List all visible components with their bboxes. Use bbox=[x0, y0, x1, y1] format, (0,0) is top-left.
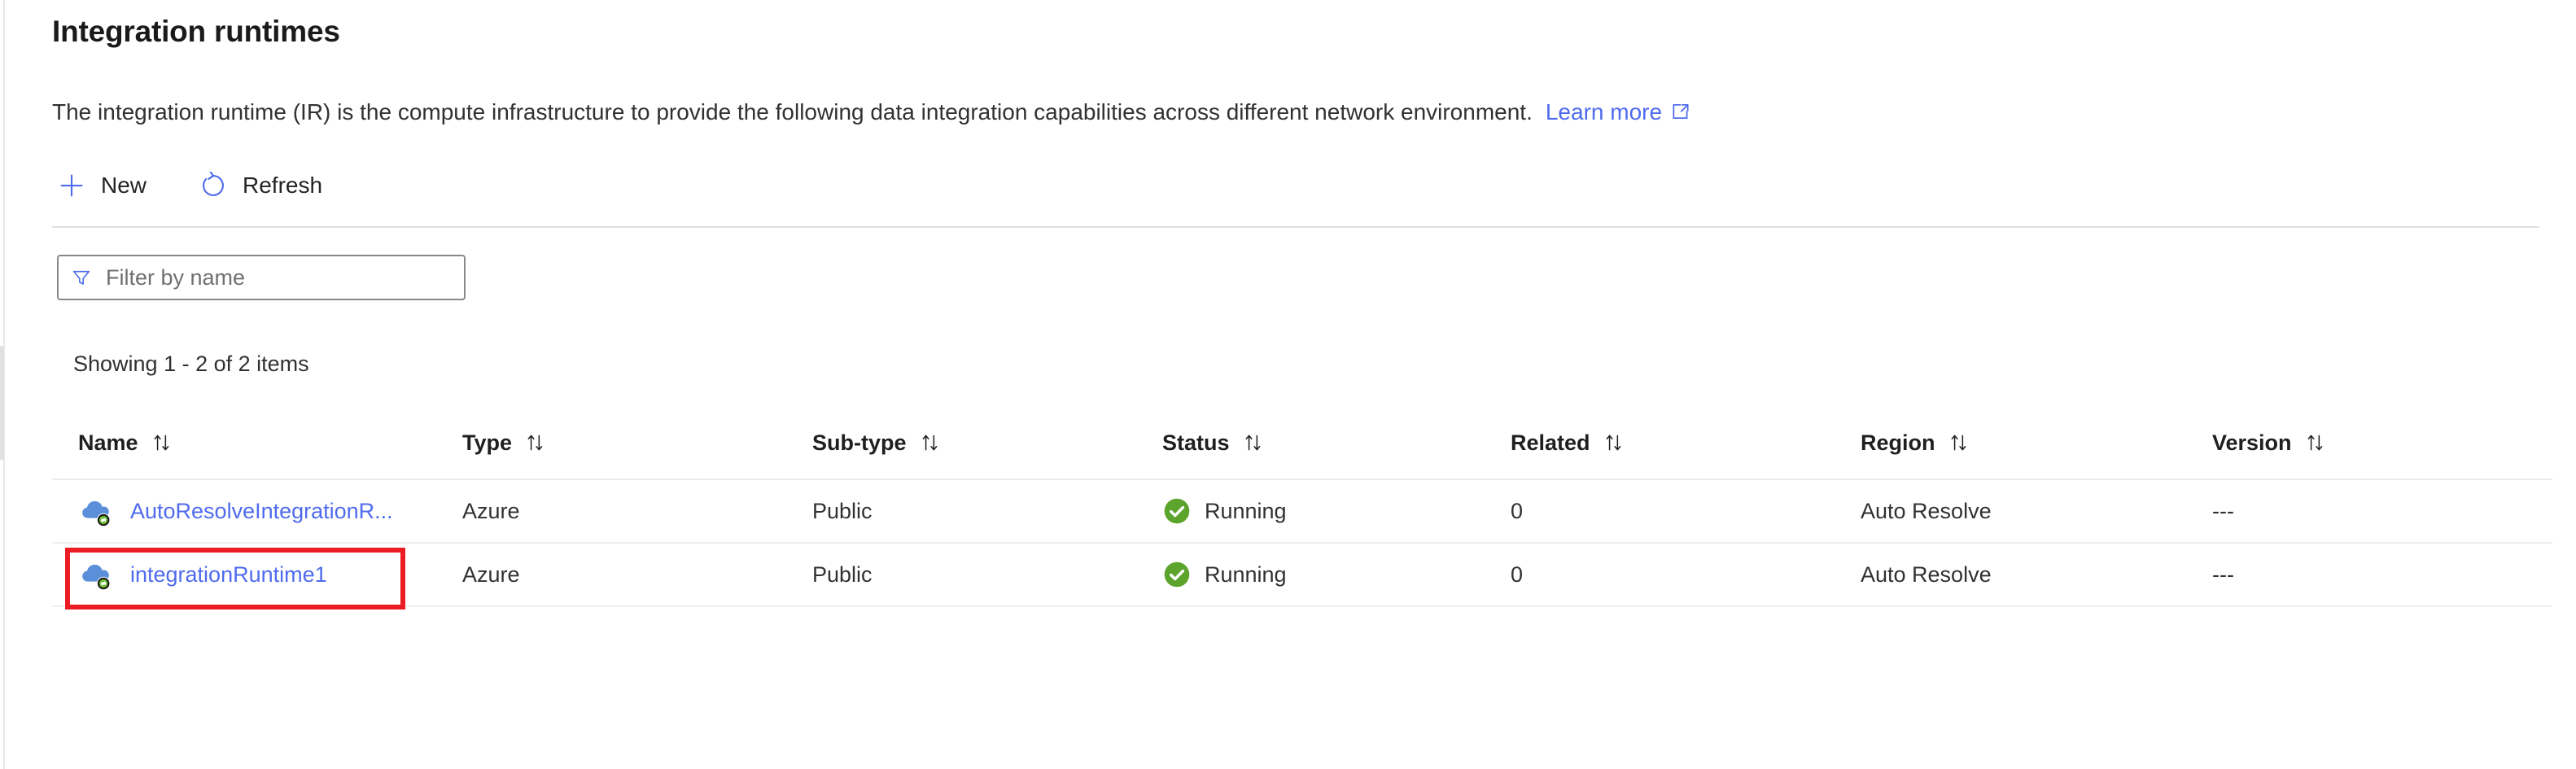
integration-runtime-name-link[interactable]: integrationRuntime1 bbox=[130, 562, 327, 588]
showing-count-label: Showing 1 - 2 of 2 items bbox=[73, 352, 309, 377]
page-description-row: The integration runtime (IR) is the comp… bbox=[52, 98, 1691, 129]
integration-runtimes-page: Integration runtimes The integration run… bbox=[0, 0, 2576, 769]
status-running-check-icon bbox=[1162, 560, 1192, 589]
integration-runtime-name-link[interactable]: AutoResolveIntegrationR... bbox=[130, 499, 393, 524]
blade-scroll-indicator bbox=[0, 346, 4, 460]
column-header-version[interactable]: Version bbox=[2209, 430, 2534, 456]
status-label: Running bbox=[1205, 562, 1287, 588]
page-title: Integration runtimes bbox=[52, 15, 340, 49]
cell-status: Running bbox=[1159, 496, 1507, 526]
filter-by-name-field[interactable] bbox=[57, 255, 466, 300]
refresh-button[interactable]: Refresh bbox=[194, 166, 327, 205]
cell-type: Azure bbox=[459, 562, 809, 588]
learn-more-link[interactable]: Learn more bbox=[1546, 99, 1662, 125]
new-button-label: New bbox=[101, 173, 147, 199]
column-header-related-label: Related bbox=[1511, 430, 1590, 456]
plus-icon bbox=[57, 171, 86, 200]
integration-runtimes-table: Name Type Sub-type bbox=[52, 407, 2552, 607]
table-row[interactable]: AutoResolveIntegrationR... Azure Public … bbox=[52, 480, 2552, 544]
refresh-button-label: Refresh bbox=[243, 173, 322, 199]
sort-arrows-icon bbox=[1947, 430, 1971, 455]
column-header-status-label: Status bbox=[1162, 430, 1230, 456]
cell-subtype: Public bbox=[809, 562, 1159, 588]
refresh-icon bbox=[199, 171, 228, 200]
sort-arrows-icon bbox=[1241, 430, 1266, 455]
column-header-type[interactable]: Type bbox=[459, 430, 809, 456]
command-bar: New Refresh bbox=[52, 159, 327, 212]
column-header-version-label: Version bbox=[2212, 430, 2292, 456]
cell-version: --- bbox=[2209, 562, 2534, 588]
cell-related: 0 bbox=[1507, 562, 1857, 588]
cell-version: --- bbox=[2209, 499, 2534, 524]
cell-related: 0 bbox=[1507, 499, 1857, 524]
column-header-region-label: Region bbox=[1861, 430, 1935, 456]
cell-region: Auto Resolve bbox=[1857, 562, 2209, 588]
table-header-row: Name Type Sub-type bbox=[52, 407, 2552, 480]
cell-name: AutoResolveIntegrationR... bbox=[52, 492, 459, 530]
cell-subtype: Public bbox=[809, 499, 1159, 524]
page-content: Integration runtimes The integration run… bbox=[7, 0, 2552, 769]
funnel-icon bbox=[70, 266, 93, 289]
status-running-check-icon bbox=[1162, 496, 1192, 526]
sort-arrows-icon bbox=[918, 430, 942, 455]
external-link-icon bbox=[1670, 100, 1691, 129]
column-header-related[interactable]: Related bbox=[1507, 430, 1857, 456]
cell-region: Auto Resolve bbox=[1857, 499, 2209, 524]
column-header-type-label: Type bbox=[462, 430, 512, 456]
sort-arrows-icon bbox=[1602, 430, 1626, 455]
column-header-subtype-label: Sub-type bbox=[812, 430, 907, 456]
table-row[interactable]: integrationRuntime1 Azure Public Running… bbox=[52, 544, 2552, 607]
status-label: Running bbox=[1205, 499, 1287, 524]
column-header-name[interactable]: Name bbox=[52, 430, 459, 456]
cell-status: Running bbox=[1159, 560, 1507, 589]
azure-integration-runtime-icon bbox=[78, 556, 116, 593]
column-header-name-label: Name bbox=[78, 430, 138, 456]
sort-arrows-icon bbox=[2303, 430, 2328, 455]
azure-integration-runtime-icon bbox=[78, 492, 116, 530]
toolbar-divider bbox=[52, 226, 2539, 228]
page-description: The integration runtime (IR) is the comp… bbox=[52, 99, 1533, 125]
column-header-status[interactable]: Status bbox=[1159, 430, 1507, 456]
column-header-subtype[interactable]: Sub-type bbox=[809, 430, 1159, 456]
cell-name: integrationRuntime1 bbox=[52, 556, 459, 593]
new-button[interactable]: New bbox=[52, 166, 151, 205]
sort-arrows-icon bbox=[523, 430, 548, 455]
filter-input[interactable] bbox=[104, 264, 453, 291]
sort-arrows-icon bbox=[150, 430, 174, 455]
column-header-region[interactable]: Region bbox=[1857, 430, 2209, 456]
cell-type: Azure bbox=[459, 499, 809, 524]
